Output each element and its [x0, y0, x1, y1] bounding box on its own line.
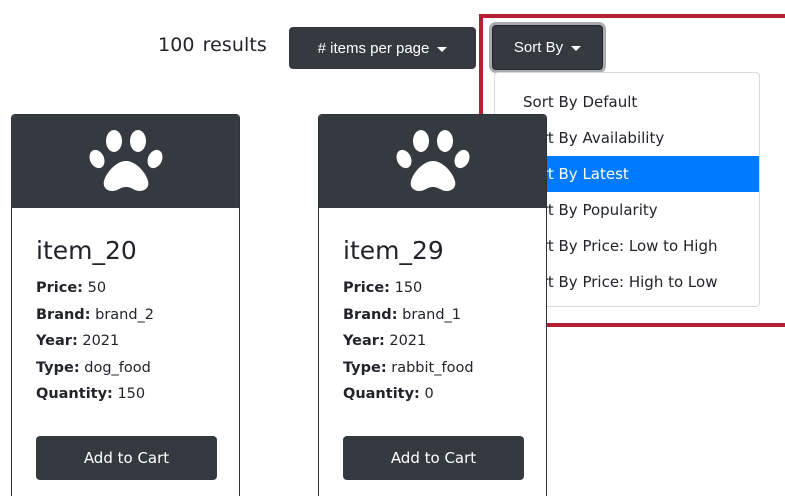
card-header [319, 115, 546, 208]
product-name: item_20 [36, 236, 137, 265]
product-quantity: Quantity: 0 [343, 386, 434, 402]
caret-down-icon [437, 46, 448, 52]
paw-icon [88, 129, 163, 191]
results-label: results [202, 34, 267, 56]
paw-icon [395, 129, 470, 191]
product-type: Type: rabbit_food [343, 359, 474, 376]
product-brand: Brand: brand_1 [343, 306, 462, 323]
items-per-page-label: # items per page [317, 39, 430, 57]
add-to-cart-button[interactable]: Add to Cart [36, 436, 217, 480]
add-to-cart-button[interactable]: Add to Cart [343, 436, 524, 480]
items-per-page-dropdown[interactable]: # items per page [289, 27, 476, 69]
product-quantity: Quantity: 150 [36, 386, 146, 402]
results-number: 100 [158, 34, 195, 56]
card-header [12, 115, 239, 208]
product-price: Price: 50 [36, 280, 107, 296]
product-year: Year: 2021 [343, 333, 427, 349]
caret-down-icon [571, 46, 582, 51]
product-type: Type: dog_food [36, 359, 151, 376]
results-count: 100 results [158, 34, 267, 56]
product-card: item_29 Price: 150 Brand: brand_1 Year: … [318, 114, 547, 496]
sort-by-label: Sort By [513, 39, 564, 56]
product-year: Year: 2021 [36, 333, 120, 349]
sort-by-dropdown[interactable]: Sort By [492, 25, 603, 70]
product-brand: Brand: brand_2 [36, 306, 155, 323]
product-price: Price: 150 [343, 280, 423, 296]
product-card: item_20 Price: 50 Brand: brand_2 Year: 2… [11, 114, 240, 496]
product-name: item_29 [343, 236, 444, 265]
